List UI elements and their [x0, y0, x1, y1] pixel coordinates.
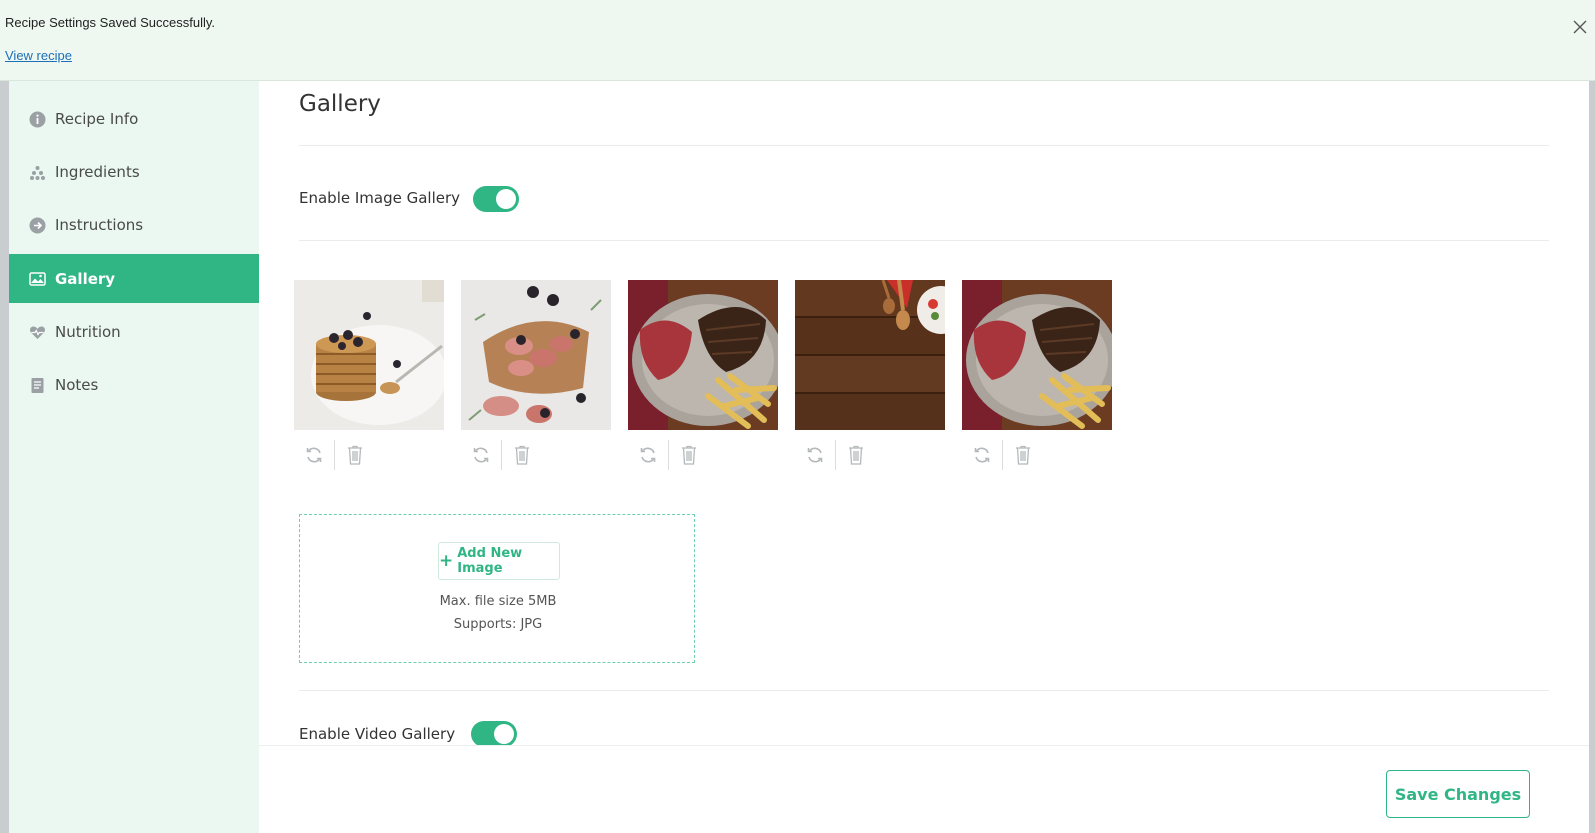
image-actions	[633, 439, 713, 471]
replace-icon[interactable]	[299, 440, 329, 470]
view-recipe-link[interactable]: View recipe	[5, 48, 72, 63]
divider	[299, 690, 1549, 691]
save-changes-button[interactable]: Save Changes	[1386, 770, 1530, 818]
sidebar-item-label: Ingredients	[55, 163, 140, 181]
replace-icon[interactable]	[633, 440, 663, 470]
add-new-image-label: Add New Image	[457, 546, 523, 576]
success-notice: Recipe Settings Saved Successfully. View…	[0, 0, 1595, 81]
gallery-image-steak-and-fries[interactable]	[628, 280, 778, 430]
add-new-image-button[interactable]: + Add New Image	[438, 542, 560, 580]
sidebar-item-gallery[interactable]: Gallery	[9, 254, 259, 303]
image-actions	[466, 439, 546, 471]
image-gallery-label: Enable Image Gallery	[299, 189, 461, 207]
image-actions	[967, 439, 1047, 471]
replace-icon[interactable]	[466, 440, 496, 470]
sidebar-item-ingredients[interactable]: Ingredients	[9, 147, 259, 197]
gallery-icon	[28, 270, 46, 288]
ingredients-icon	[28, 163, 46, 181]
trash-icon[interactable]	[340, 440, 370, 470]
sidebar-item-label: Instructions	[55, 216, 144, 234]
trash-icon[interactable]	[841, 440, 871, 470]
max-file-size-hint: Max. file size 5MB	[439, 594, 557, 609]
sidebar-item-label: Gallery	[55, 269, 116, 288]
sidebar-item-label: Recipe Info	[55, 110, 139, 128]
gallery-image-wooden-table[interactable]	[795, 280, 945, 430]
plus-icon: +	[439, 551, 454, 571]
gallery-image-bacon-wrapped-bites[interactable]	[461, 280, 611, 430]
heart-pulse-icon	[28, 323, 46, 341]
trash-icon[interactable]	[1008, 440, 1038, 470]
sidebar: Recipe Info Ingredients Instructions Gal…	[9, 81, 259, 833]
sidebar-item-instructions[interactable]: Instructions	[9, 200, 259, 250]
replace-icon[interactable]	[967, 440, 997, 470]
divider	[299, 240, 1549, 241]
image-actions	[299, 439, 379, 471]
video-gallery-toggle[interactable]	[471, 721, 517, 747]
sidebar-item-nutrition[interactable]: Nutrition	[9, 307, 259, 357]
image-actions	[800, 439, 880, 471]
info-icon	[28, 110, 46, 128]
left-gutter	[0, 81, 9, 833]
gallery-image-pancakes[interactable]	[294, 280, 444, 430]
video-gallery-label: Enable Video Gallery	[299, 725, 456, 743]
footer-bar: Save Changes	[259, 745, 1589, 833]
divider	[299, 145, 1549, 146]
right-gutter	[1589, 81, 1595, 833]
arrow-right-circle-icon	[28, 216, 46, 234]
notes-icon	[28, 376, 46, 394]
gallery-image-steak-and-fries[interactable]	[962, 280, 1112, 430]
supported-formats-hint: Supports: JPG	[453, 617, 543, 632]
close-icon[interactable]	[1571, 18, 1589, 36]
gallery-panel: Gallery Enable Image Gallery + Add New I…	[259, 81, 1589, 833]
replace-icon[interactable]	[800, 440, 830, 470]
image-upload-dropzone[interactable]: + Add New Image Max. file size 5MB Suppo…	[299, 514, 695, 663]
image-gallery-toggle[interactable]	[473, 186, 519, 212]
page-title: Gallery	[299, 91, 381, 117]
sidebar-item-recipe-info[interactable]: Recipe Info	[9, 94, 259, 144]
trash-icon[interactable]	[674, 440, 704, 470]
sidebar-item-label: Nutrition	[55, 323, 121, 341]
sidebar-item-notes[interactable]: Notes	[9, 360, 259, 410]
trash-icon[interactable]	[507, 440, 537, 470]
sidebar-item-label: Notes	[55, 376, 99, 394]
notice-message: Recipe Settings Saved Successfully.	[5, 15, 216, 30]
